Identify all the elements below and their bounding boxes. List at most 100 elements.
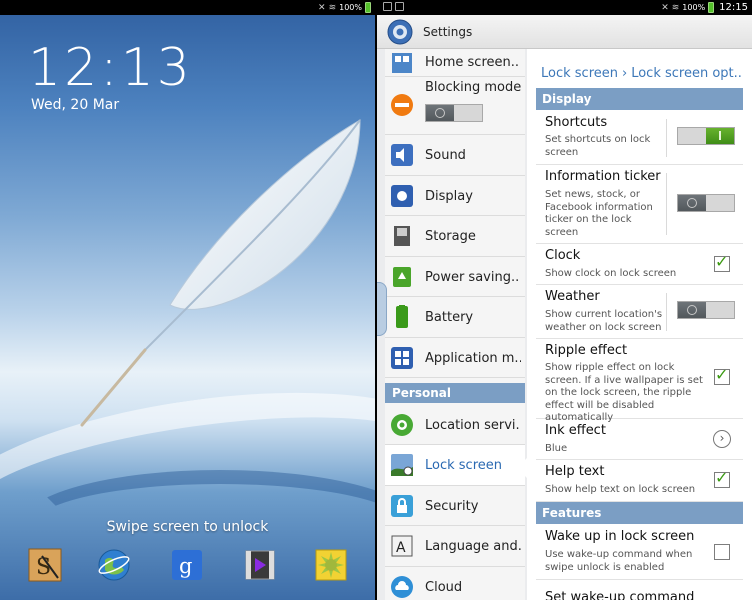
blocking-mode-toggle[interactable] (425, 104, 483, 122)
google-search-icon[interactable]: g (170, 548, 204, 582)
setting-subtitle: Show current location's weather on lock … (545, 309, 663, 333)
lock-screen-icon (391, 454, 413, 476)
status-icons: ✕ ≋ 100% (318, 1, 371, 14)
setting-title: Wake up in lock screen (545, 529, 695, 544)
battery-icon (365, 2, 371, 13)
sidebar-item-application-manager[interactable]: Application m.. (385, 338, 525, 378)
setting-row-help-text[interactable]: Help text Show help text on lock screen (536, 460, 743, 502)
video-player-icon[interactable] (243, 548, 277, 582)
notification-icon (383, 2, 392, 11)
setting-row-weather[interactable]: Weather Show current location's weather … (536, 285, 743, 339)
sidebar-item-cloud[interactable]: Cloud (385, 567, 525, 600)
mute-icon: ✕ (661, 2, 669, 13)
screen-root: ✕ ≋ 100% 12:13 Wed, 20 Mar Swipe screen … (0, 0, 752, 600)
sidebar-item-label: Power saving.. (425, 270, 520, 285)
notification-icons (383, 2, 404, 11)
sidebar-item-label: Lock screen (425, 458, 502, 473)
help-text-checkbox[interactable] (714, 468, 730, 488)
sidebar-item-lock-screen[interactable]: Lock screen (385, 445, 525, 486)
breadcrumb-lock-screen[interactable]: Lock screen (541, 66, 618, 81)
section-header-personal: Personal (385, 383, 525, 403)
shortcuts-toggle[interactable] (677, 127, 735, 145)
clock-checkbox[interactable] (714, 252, 730, 272)
setting-row-ink-effect[interactable]: Ink effect Blue › (536, 419, 743, 460)
cloud-icon (391, 576, 413, 598)
svg-text:A: A (396, 540, 406, 556)
lock-screen-options-panel: Lock screen › Lock screen opt.. Display Sh… (527, 49, 752, 600)
setting-title: Clock (545, 248, 581, 263)
setting-row-wake-up-lock-screen[interactable]: Wake up in lock screen Use wake-up comma… (536, 525, 743, 580)
information-ticker-toggle[interactable] (677, 194, 735, 212)
sidebar-item-label: Display (425, 189, 473, 204)
mute-icon: ✕ (318, 2, 326, 13)
sidebar-item-label: Language and.. (425, 539, 521, 554)
settings-category-list[interactable]: Home screen.. Blocking mode Sound Displa… (385, 49, 525, 600)
setting-row-information-ticker[interactable]: Information ticker Set news, stock, or F… (536, 165, 743, 244)
setting-row-ripple-effect[interactable]: Ripple effect Show ripple effect on lock… (536, 339, 743, 423)
page-title: Settings (423, 25, 473, 39)
security-icon (391, 495, 413, 517)
s-note-icon[interactable]: S (28, 548, 62, 582)
display-icon (391, 185, 413, 207)
sidebar-item-label: Application m.. (425, 351, 521, 366)
setting-title: Weather (545, 289, 600, 304)
sidebar-item-label: Home screen.. (425, 55, 520, 70)
wifi-icon: ≋ (671, 2, 680, 13)
setting-subtitle: Show help text on lock screen (545, 484, 696, 495)
settings-gear-icon[interactable] (387, 19, 413, 45)
sidebar-item-language[interactable]: A Language and.. (385, 526, 525, 567)
settings-screen: ✕ ≋ 100% 12:15 Settings Home screen.. Bl… (377, 0, 752, 600)
lock-date: Wed, 20 Mar (31, 97, 120, 113)
split-drag-handle[interactable] (377, 282, 387, 336)
browser-globe-icon[interactable] (97, 548, 131, 582)
sidebar-item-power-saving[interactable]: Power saving.. (385, 257, 525, 297)
setting-row-clock[interactable]: Clock Show clock on lock screen (536, 244, 743, 285)
sidebar-item-storage[interactable]: Storage (385, 216, 525, 257)
weather-toggle[interactable] (677, 301, 735, 319)
setting-row-set-wake-up-command[interactable]: Set wake-up command (536, 580, 743, 600)
wake-up-checkbox[interactable] (714, 544, 730, 560)
lock-screen[interactable]: ✕ ≋ 100% 12:13 Wed, 20 Mar Swipe screen … (0, 0, 375, 600)
sound-icon (391, 144, 413, 166)
setting-row-shortcuts[interactable]: Shortcuts Set shortcuts on lock screen (536, 111, 743, 165)
sidebar-item-display[interactable]: Display (385, 176, 525, 216)
setting-title: Shortcuts (545, 115, 608, 130)
sidebar-item-label: Blocking mode (425, 80, 521, 95)
sidebar-item-sound[interactable]: Sound (385, 135, 525, 176)
gallery-icon[interactable] (314, 548, 348, 582)
setting-subtitle: Set news, stock, or Facebook information… (545, 189, 653, 238)
setting-subtitle: Show ripple effect on lock screen. If a … (545, 362, 703, 423)
feather-wallpaper-graphic (80, 119, 361, 427)
setting-title: Help text (545, 464, 605, 479)
battery-icon (708, 2, 715, 13)
sidebar-item-label: Storage (425, 229, 476, 244)
section-header-display: Display (536, 88, 743, 110)
location-icon (391, 414, 413, 436)
sidebar-item-home-screen[interactable]: Home screen.. (385, 49, 525, 77)
sidebar-item-battery[interactable]: Battery (385, 297, 525, 338)
battery-icon (396, 305, 408, 328)
selection-pointer (517, 458, 527, 478)
wifi-icon: ≋ (328, 2, 337, 13)
row-divider (666, 173, 667, 235)
battery-percent: 100% (682, 3, 706, 12)
sidebar-item-security[interactable]: Security (385, 486, 525, 526)
lock-shortcut-dock: S g (0, 548, 375, 588)
chevron-right-icon[interactable]: › (713, 430, 731, 448)
status-bar: ✕ ≋ 100% 12:15 (377, 0, 752, 15)
sidebar-item-label: Security (425, 499, 479, 514)
setting-subtitle: Use wake-up command when swipe unlock is… (545, 549, 693, 573)
section-header-features: Features (536, 502, 743, 524)
sidebar-item-label: Location servi.. (425, 418, 521, 433)
action-bar: Settings (377, 15, 752, 49)
setting-title: Ink effect (545, 423, 606, 438)
sidebar-item-location-services[interactable]: Location servi.. (385, 405, 525, 445)
status-bar: ✕ ≋ 100% (0, 0, 375, 15)
language-icon: A (391, 535, 413, 557)
home-screen-icon (392, 53, 412, 73)
power-saving-icon (393, 267, 411, 287)
ripple-effect-checkbox[interactable] (714, 365, 730, 385)
sidebar-item-blocking-mode[interactable]: Blocking mode (385, 77, 525, 135)
setting-title: Set wake-up command (545, 590, 695, 600)
row-divider (666, 293, 667, 331)
